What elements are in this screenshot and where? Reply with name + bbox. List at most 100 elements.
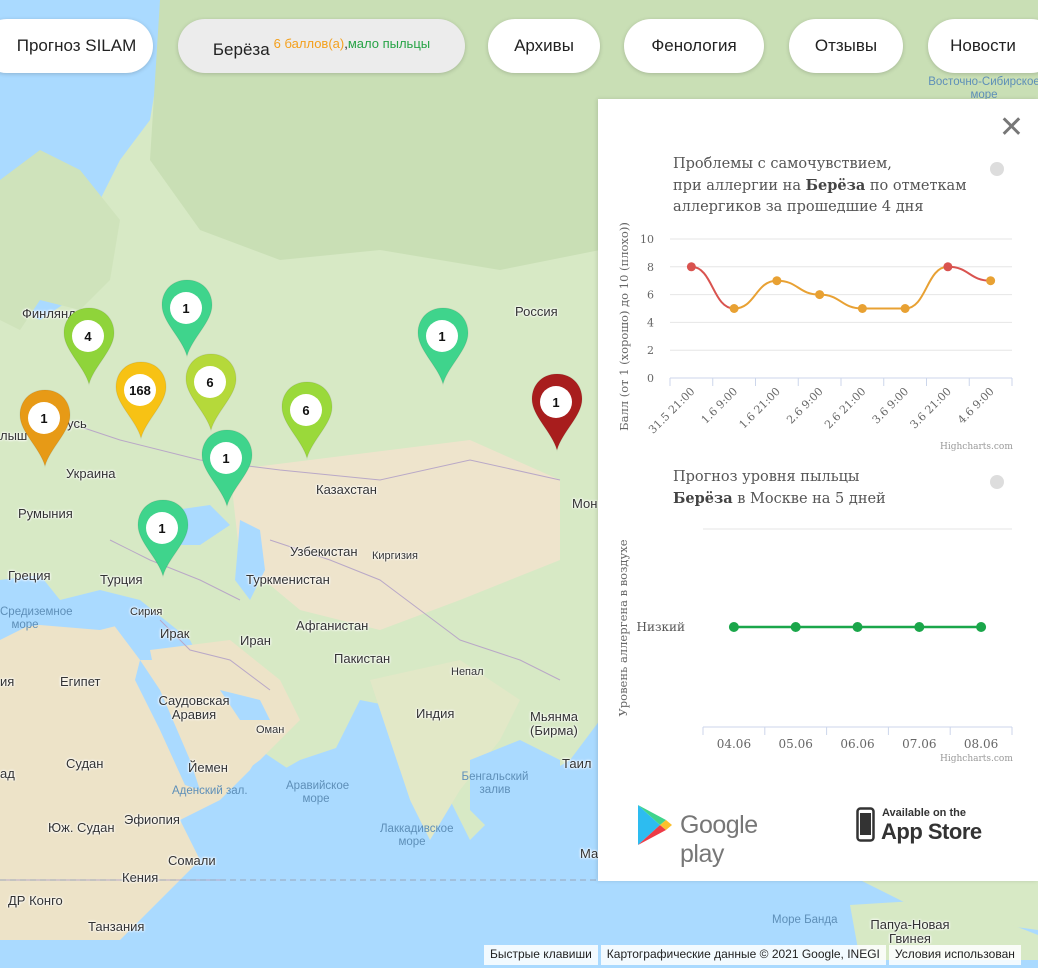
chart1-point[interactable] [815, 290, 825, 300]
chart1-xtick-label: 3.6 21:00 [908, 385, 954, 431]
plant-status-pill[interactable]: Берёза 6 баллов(а) , мало пыльцы [178, 19, 465, 73]
google-play-label: Google play [680, 811, 758, 868]
map-label-mongolia: Мон [572, 496, 598, 511]
chart2-credits[interactable]: Highcharts.com [940, 754, 1013, 764]
chart1-menu-button[interactable] [990, 162, 1004, 176]
chart2-xtick-label: 04.06 [717, 737, 751, 751]
chart1-ytick-label: 6 [647, 289, 654, 302]
app-store-link[interactable]: Available on the App Store [856, 805, 986, 849]
plant-level: мало пыльцы [347, 35, 431, 51]
phenology-label: Фенология [651, 36, 737, 55]
map-label-pakistan: Пакистан [334, 651, 391, 666]
chart1-credits[interactable]: Highcharts.com [940, 442, 1013, 452]
chart1-point[interactable] [729, 304, 739, 313]
chart1-xtick-label: 4.6 9:00 [955, 385, 997, 427]
chart1-point[interactable] [986, 276, 996, 286]
marker-count: 1 [28, 402, 60, 434]
forecast-silam-button[interactable]: Прогноз SILAM [0, 19, 153, 73]
marker-count: 1 [426, 320, 458, 352]
archives-button[interactable]: Архивы [488, 19, 600, 73]
chart1-point[interactable] [857, 304, 867, 313]
chart1-series-segment [691, 265, 735, 310]
map-label-myanmar: Мьянма (Бирма) [530, 709, 578, 738]
map-marker[interactable]: 4 [62, 306, 116, 386]
map-label-south-sudan: Юж. Судан [48, 820, 115, 835]
app-store-small-label: Available on the [882, 807, 966, 819]
map-marker[interactable]: 1 [18, 388, 72, 468]
plant-name: Берёза [212, 40, 270, 59]
map-label-malaysia: Ма [580, 846, 599, 861]
chart2-point[interactable] [914, 622, 925, 632]
map-marker[interactable]: 6 [280, 380, 334, 460]
map-label-bay-of-bengal: Бенгальский залив [461, 771, 529, 796]
map-label-kazakhstan: Казахстан [316, 482, 377, 497]
phenology-button[interactable]: Фенология [624, 19, 764, 73]
map-label-romania: Румыния [18, 506, 73, 521]
map-marker[interactable]: 1 [136, 498, 190, 578]
map-marker[interactable]: 1 [416, 306, 470, 386]
chart1-ytick-label: 8 [647, 261, 654, 274]
close-icon[interactable]: ✕ [999, 113, 1024, 143]
marker-count: 6 [290, 394, 322, 426]
chart1-ytick-label: 2 [647, 344, 654, 357]
chart1-xtick-label: 2.6 21:00 [822, 385, 868, 431]
map-marker[interactable]: 1 [160, 278, 214, 358]
reviews-label: Отзывы [814, 36, 878, 55]
map-attribution: Быстрые клавиши Картографические данные … [484, 945, 1024, 965]
map-label-greece: Греция [8, 568, 51, 583]
chart2-point[interactable] [790, 622, 801, 632]
chart2-ylabel: Уровень аллергена в воздухе [616, 539, 630, 716]
map-label-syria: Сирия [130, 606, 163, 618]
shortcuts-link[interactable]: Быстрые клавиши [484, 945, 598, 965]
chart2-point[interactable] [976, 622, 987, 632]
map-label-kyrgyzstan: Киргизия [372, 550, 418, 562]
marker-count: 1 [210, 442, 242, 474]
chart1-point[interactable] [943, 262, 953, 272]
map-label-drc: ДР Конго [8, 893, 63, 908]
chart2-forecast: Низкий 04.06 05.06 06.06 07.06 08.06 Уровень а… [616, 528, 1013, 751]
google-play-icon [638, 805, 672, 845]
chart1-series-segment [819, 293, 863, 310]
chart1-xtick-label: 31.5 21:00 [646, 385, 697, 436]
chart2-point[interactable] [728, 622, 739, 632]
map-marker[interactable]: 1 [530, 372, 584, 452]
marker-count: 1 [540, 386, 572, 418]
chart1-point[interactable] [686, 262, 696, 272]
map-label-thailand: Таил [562, 756, 592, 771]
map-marker[interactable]: 6 [184, 352, 238, 432]
phone-icon [856, 807, 875, 842]
map-label-libya: ия [0, 674, 15, 689]
google-play-link[interactable]: Google play [636, 803, 806, 868]
chart2-menu-button[interactable] [990, 475, 1004, 489]
map-label-kenya: Кения [122, 870, 159, 885]
chart2-point[interactable] [852, 622, 863, 632]
chart1-ylabel: Балл (от 1 (хорошо) до 10 (плохо)) [617, 222, 631, 431]
chart1-point[interactable] [900, 304, 910, 313]
chart2-xtick-label: 08.06 [964, 737, 998, 751]
chart1-series-segment [947, 265, 991, 282]
map-label-ethiopia: Эфиопия [124, 812, 180, 827]
reviews-button[interactable]: Отзывы [789, 19, 903, 73]
terms-link[interactable]: Условия использован [888, 945, 1021, 965]
map-label-iraq: Ирак [160, 626, 190, 641]
marker-count: 1 [170, 292, 202, 324]
chart1-ytick-label: 4 [647, 316, 654, 329]
news-button[interactable]: Новости [928, 19, 1038, 73]
map-label-somalia: Сомали [168, 853, 216, 868]
chart2-title: Прогноз уровня пыльцы Берёза в Москве на… [673, 467, 886, 510]
info-panel: ✕ Проблемы с самочувствием, при аллергии… [598, 99, 1038, 881]
chart1-title-line1: Проблемы с самочувствием, [673, 156, 892, 172]
chart2-title-line1: Прогноз уровня пыльцы [673, 469, 860, 485]
map-label-uzbekistan: Узбекистан [290, 544, 358, 559]
chart1-point[interactable] [772, 276, 782, 286]
map-label-russia: Россия [515, 304, 558, 319]
map-marker[interactable]: 168 [114, 360, 168, 440]
chart2-xtick-label: 05.06 [779, 737, 813, 751]
chart1-ytick-label: 0 [647, 372, 654, 385]
map-label-egypt: Египет [60, 674, 101, 689]
map-label-india: Индия [416, 706, 455, 721]
archives-label: Архивы [514, 36, 574, 55]
map-label-saudi-arabia: Саудовская Аравия [158, 693, 230, 722]
map-label-turkmenistan: Туркменистан [246, 572, 330, 587]
map-marker[interactable]: 1 [200, 428, 254, 508]
